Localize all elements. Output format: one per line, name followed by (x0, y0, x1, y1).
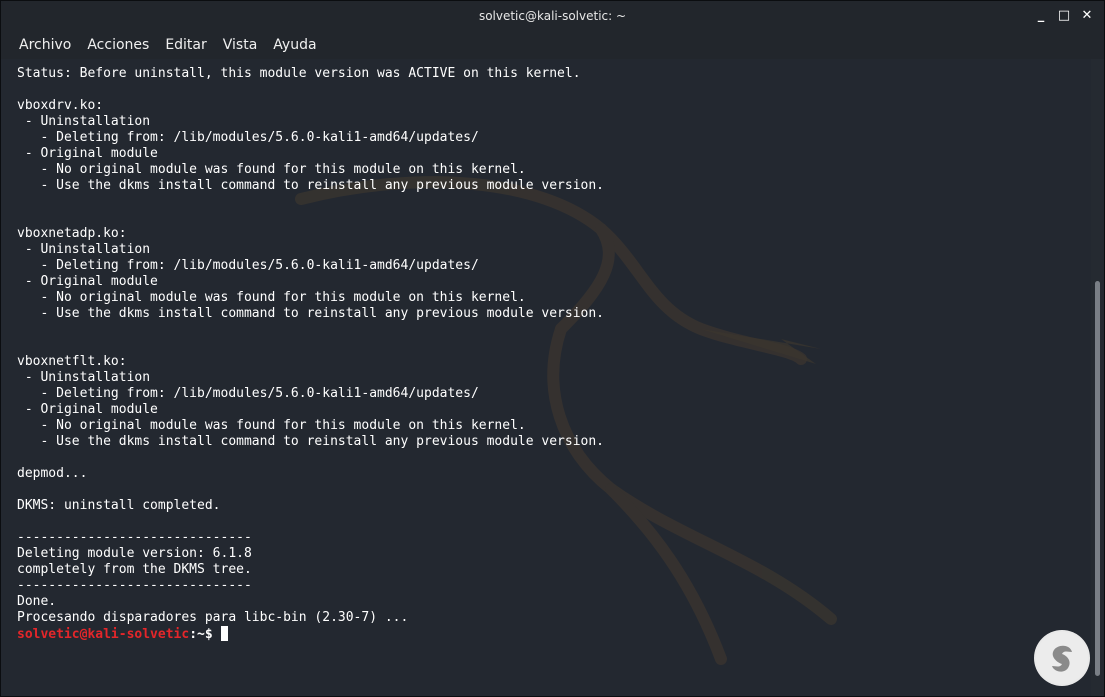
maximize-button[interactable]: □ (1057, 7, 1071, 23)
output-line: vboxnetadp.ko: (17, 226, 127, 241)
output-line: - No original module was found for this … (17, 418, 526, 433)
output-line: - Deleting from: /lib/modules/5.6.0-kali… (17, 130, 479, 145)
output-line: - Original module (17, 402, 158, 417)
window-title: solvetic@kali-solvetic: ~ (478, 9, 627, 23)
menu-acciones[interactable]: Acciones (79, 37, 157, 53)
output-line: - No original module was found for this … (17, 290, 526, 305)
prompt-user-host: solvetic@kali-solvetic (17, 627, 190, 642)
output-line: - No original module was found for this … (17, 162, 526, 177)
output-line: depmod... (17, 466, 88, 481)
output-line: Done. (17, 594, 57, 609)
output-line: - Uninstallation (17, 242, 151, 257)
output-line: DKMS: uninstall completed. (17, 498, 221, 513)
window-controls: _ □ ✕ (1034, 7, 1094, 23)
output-line: - Use the dkms install command to reinst… (17, 178, 604, 193)
menu-ayuda[interactable]: Ayuda (265, 37, 324, 53)
prompt-path: :~ (189, 627, 205, 642)
menu-bar: Archivo Acciones Editar Vista Ayuda (1, 31, 1104, 59)
output-line: - Use the dkms install command to reinst… (17, 434, 604, 449)
terminal-output-area[interactable]: Status: Before uninstall, this module ve… (1, 59, 1091, 696)
output-line: - Deleting from: /lib/modules/5.6.0-kali… (17, 258, 479, 273)
output-line: - Uninstallation (17, 114, 151, 129)
output-line: - Original module (17, 274, 158, 289)
output-line: - Original module (17, 146, 158, 161)
watermark-logo-icon (1034, 630, 1090, 686)
close-button[interactable]: ✕ (1080, 7, 1094, 23)
menu-vista[interactable]: Vista (215, 37, 266, 53)
output-line: Status: Before uninstall, this module ve… (17, 66, 581, 81)
output-line: vboxnetflt.ko: (17, 354, 127, 369)
output-line: - Uninstallation (17, 370, 151, 385)
output-line: ------------------------------ (17, 578, 252, 593)
text-cursor (220, 626, 228, 641)
output-line: - Deleting from: /lib/modules/5.6.0-kali… (17, 386, 479, 401)
minimize-button[interactable]: _ (1034, 7, 1048, 23)
prompt-line[interactable]: solvetic@kali-solvetic:~$ (17, 626, 604, 642)
scrollbar-thumb[interactable] (1095, 281, 1100, 676)
output-line: completely from the DKMS tree. (17, 562, 252, 577)
prompt-symbol: $ (204, 627, 221, 642)
terminal-text: Status: Before uninstall, this module ve… (17, 66, 604, 642)
output-line: Deleting module version: 6.1.8 (17, 546, 252, 561)
output-line: ------------------------------ (17, 530, 252, 545)
output-line: Procesando disparadores para libc-bin (2… (17, 610, 409, 625)
menu-archivo[interactable]: Archivo (11, 37, 79, 53)
output-line: vboxdrv.ko: (17, 98, 104, 113)
title-bar[interactable]: solvetic@kali-solvetic: ~ _ □ ✕ (1, 1, 1104, 31)
terminal-window: solvetic@kali-solvetic: ~ _ □ ✕ Archivo … (0, 0, 1105, 697)
vertical-scrollbar[interactable] (1091, 59, 1104, 696)
menu-editar[interactable]: Editar (157, 37, 214, 53)
output-line: - Use the dkms install command to reinst… (17, 306, 604, 321)
